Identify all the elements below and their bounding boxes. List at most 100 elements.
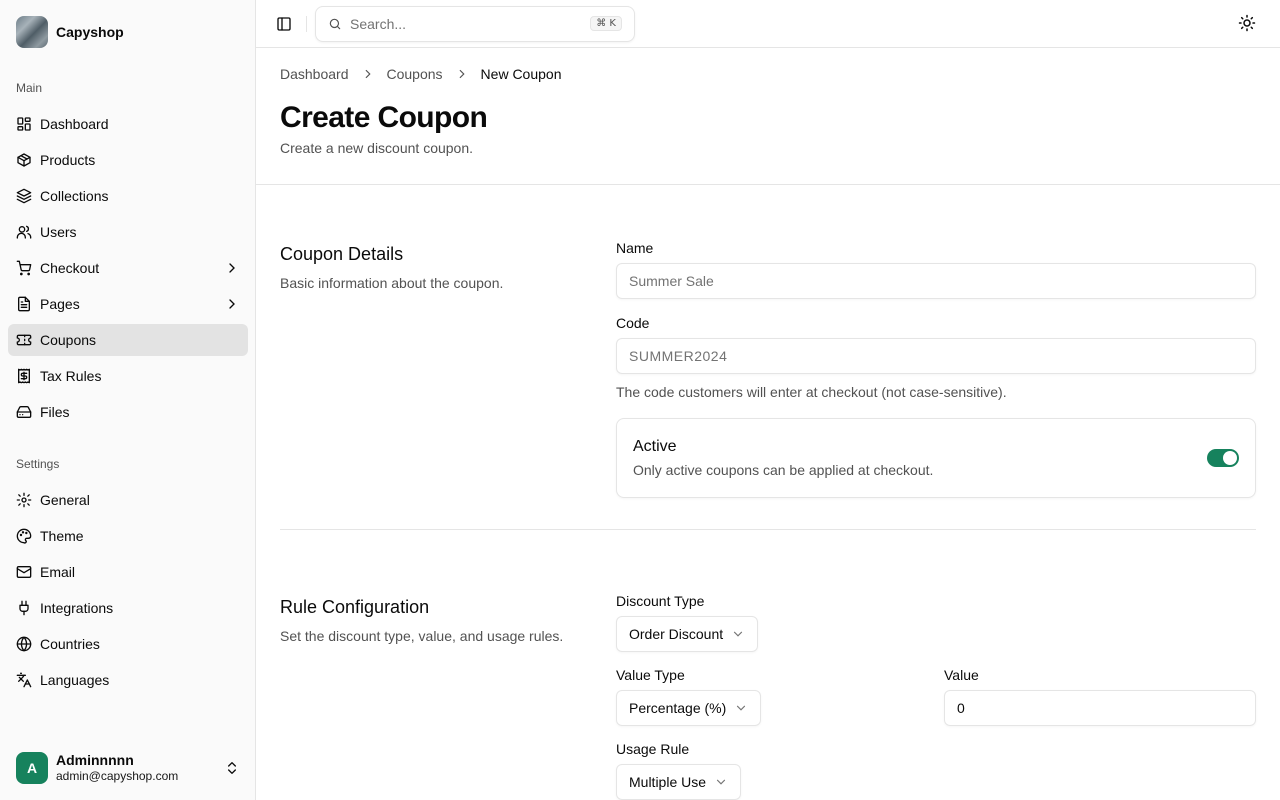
sidebar-item-collections[interactable]: Collections: [8, 180, 248, 212]
name-label: Name: [616, 240, 654, 256]
cart-icon: [16, 260, 32, 276]
sidebar-item-label: General: [40, 492, 90, 508]
usage-rule-label: Usage Rule: [616, 741, 690, 757]
brand-name: Capyshop: [56, 24, 124, 40]
sidebar-item-label: Tax Rules: [40, 368, 102, 384]
active-card: Active Only active coupons can be applie…: [616, 418, 1256, 498]
sidebar-item-label: Theme: [40, 528, 84, 544]
sidebar-item-countries[interactable]: Countries: [8, 628, 248, 660]
sidebar-item-label: Email: [40, 564, 76, 580]
page-header: Dashboard Coupons New Coupon Create Coup…: [256, 48, 1280, 185]
search-shortcut: ⌘ K: [590, 16, 622, 31]
sidebar-item-checkout[interactable]: Checkout: [8, 252, 248, 284]
mail-icon: [16, 566, 32, 578]
value-type-select[interactable]: Percentage (%): [616, 690, 762, 726]
value-type-label: Value Type: [616, 667, 685, 683]
breadcrumb-coupons[interactable]: Coupons: [387, 66, 443, 82]
breadcrumb: Dashboard Coupons New Coupon: [280, 48, 1256, 100]
sidebar-item-label: Coupons: [40, 332, 97, 348]
code-label: Code: [616, 315, 650, 331]
user-email: admin@capyshop.com: [56, 769, 179, 784]
sidebar-item-label: Dashboard: [40, 116, 109, 132]
avatar: A: [16, 752, 48, 784]
main-content: Search... ⌘ K Dashboard Coupons New Coup…: [256, 0, 1280, 800]
users-icon: [16, 225, 32, 239]
sidebar: Capyshop Main Dashboard Products Collectio…: [0, 0, 256, 800]
sidebar-item-label: Users: [40, 224, 77, 240]
page-subtitle: Create a new discount coupon.: [280, 140, 474, 156]
sidebar-item-languages[interactable]: Languages: [8, 664, 248, 696]
chevron-right-icon: [365, 69, 371, 79]
languages-icon: [16, 672, 32, 688]
chevron-right-icon: [459, 69, 465, 79]
sidebar-item-general[interactable]: General: [8, 484, 248, 516]
brand[interactable]: Capyshop: [16, 16, 124, 48]
sidebar-toggle-button[interactable]: [270, 10, 298, 38]
section-description: Set the discount type, value, and usage …: [280, 628, 564, 644]
usage-rule-value: Multiple Use: [629, 774, 707, 790]
nav-group-label-main: Main: [16, 81, 43, 95]
discount-type-value: Order Discount: [629, 626, 724, 642]
drive-icon: [16, 406, 32, 418]
sidebar-item-users[interactable]: Users: [8, 216, 248, 248]
sidebar-item-label: Pages: [40, 296, 80, 312]
chevron-down-icon: [737, 705, 746, 711]
chevron-right-icon: [229, 263, 235, 273]
nav-settings: Settings General Theme Email Integrations Co…: [8, 452, 248, 700]
breadcrumb-dashboard[interactable]: Dashboard: [280, 66, 349, 82]
nav-group-label-settings: Settings: [16, 457, 60, 471]
topbar: Search... ⌘ K: [256, 0, 1280, 48]
code-field[interactable]: SUMMER2024: [616, 338, 1256, 374]
sidebar-item-label: Files: [40, 404, 70, 420]
section-title: Rule Configuration: [280, 597, 430, 617]
panel-left-icon: [277, 16, 291, 31]
value-label: Value: [944, 667, 979, 683]
sidebar-item-label: Products: [40, 152, 96, 168]
topbar-separator: [306, 15, 307, 32]
sidebar-item-label: Checkout: [40, 260, 100, 276]
search-input[interactable]: Search... ⌘ K: [315, 5, 635, 42]
theme-toggle-button[interactable]: [1238, 14, 1258, 34]
layers-icon: [16, 188, 32, 204]
gear-icon: [16, 492, 32, 508]
brand-logo: [16, 16, 48, 48]
value-type-value: Percentage (%): [629, 700, 727, 716]
receipt-icon: [18, 368, 30, 384]
package-icon: [17, 153, 31, 167]
globe-icon: [16, 636, 32, 652]
sidebar-item-integrations[interactable]: Integrations: [8, 592, 248, 624]
sidebar-item-email[interactable]: Email: [8, 556, 248, 588]
discount-type-select[interactable]: Order Discount: [616, 616, 759, 652]
chevrons-up-down-icon: [228, 762, 236, 774]
file-icon: [18, 296, 30, 312]
user-menu[interactable]: A Adminnnnn admin@capyshop.com: [16, 752, 240, 784]
discount-type-label: Discount Type: [616, 593, 705, 609]
search-placeholder: Search...: [350, 15, 407, 32]
sidebar-item-products[interactable]: Products: [8, 144, 248, 176]
code-help-text: The code customers will enter at checkou…: [616, 384, 1007, 400]
sidebar-item-label: Collections: [40, 188, 109, 204]
sidebar-item-pages[interactable]: Pages: [8, 288, 248, 320]
sidebar-item-coupons[interactable]: Coupons: [8, 324, 248, 356]
nav-main: Main Dashboard Products Collections Users Ch…: [8, 76, 248, 432]
sidebar-item-files[interactable]: Files: [8, 396, 248, 428]
name-field[interactable]: Summer Sale: [616, 263, 1256, 299]
page-title: Create Coupon: [280, 101, 488, 134]
active-toggle[interactable]: [1207, 449, 1239, 467]
value-field[interactable]: 0: [944, 690, 1256, 726]
app: Capyshop Main Dashboard Products Collectio…: [0, 0, 1280, 800]
sidebar-item-dashboard[interactable]: Dashboard: [8, 108, 248, 140]
chevron-down-icon: [734, 631, 743, 637]
section-divider: [280, 529, 1256, 530]
sidebar-item-label: Countries: [40, 636, 100, 652]
section-description: Basic information about the coupon.: [280, 275, 504, 291]
sidebar-item-label: Languages: [40, 672, 110, 688]
sidebar-item-theme[interactable]: Theme: [8, 520, 248, 552]
palette-icon: [16, 528, 32, 544]
sun-icon: [1238, 14, 1256, 32]
sidebar-item-tax-rules[interactable]: Tax Rules: [8, 360, 248, 392]
dashboard-icon: [17, 117, 31, 131]
usage-rule-select[interactable]: Multiple Use: [616, 764, 742, 800]
toggle-knob: [1223, 451, 1237, 465]
section-title: Coupon Details: [280, 244, 404, 264]
